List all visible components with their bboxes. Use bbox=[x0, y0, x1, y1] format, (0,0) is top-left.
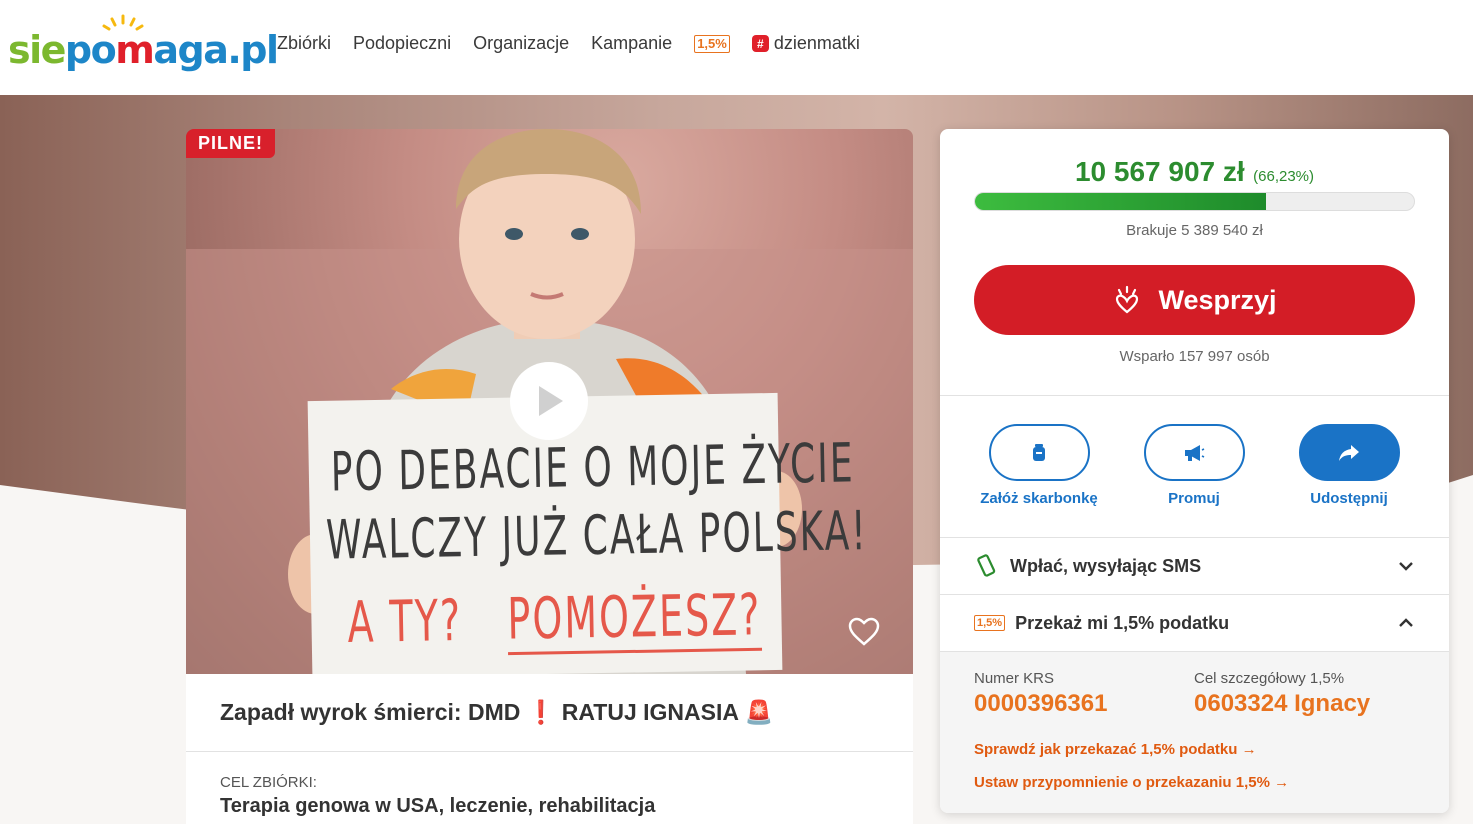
piggy-bank-button-circle bbox=[988, 424, 1090, 481]
promote-button[interactable]: Promuj bbox=[1129, 424, 1259, 507]
sign-line-3a: A TY? bbox=[346, 587, 463, 656]
tax-percent-icon: 1,5% bbox=[974, 615, 1006, 631]
detailed-goal-value: 0603324 Ignacy bbox=[1194, 690, 1371, 717]
sms-label: Wpłać, wysyłając SMS bbox=[1010, 555, 1202, 576]
hashtag-icon: # bbox=[751, 35, 769, 52]
main-nav: Zbiórki Podopieczni Organizacje Kampanie… bbox=[277, 33, 882, 54]
share-button[interactable]: Udostępnij bbox=[1284, 424, 1414, 507]
set-reminder-label: Ustaw przypomnienie o przekazaniu 1,5% bbox=[974, 774, 1270, 791]
nav-item-podopieczni[interactable]: Podopieczni bbox=[353, 33, 451, 54]
share-label: Udostępnij bbox=[1310, 490, 1388, 507]
goal-text: Terapia genowa w USA, leczenie, rehabili… bbox=[220, 795, 656, 817]
create-piggybank-label: Załóż skarbonkę bbox=[980, 490, 1098, 507]
sign-line-3b: POMOŻESZ? bbox=[506, 581, 762, 656]
site-header: sie po m aga.pl Zbiórki Podopieczni Organiz… bbox=[0, 0, 1473, 95]
amount-row: 10 567 907 zł (66,23%) bbox=[940, 156, 1449, 188]
phone-icon bbox=[977, 554, 996, 577]
arrow-right-icon: → bbox=[1274, 774, 1290, 791]
divider bbox=[186, 751, 913, 752]
how-to-transfer-link[interactable]: Sprawdź jak przekazać 1,5% podatku → bbox=[974, 741, 1257, 758]
megaphone-icon bbox=[1185, 444, 1205, 461]
nav-item-organizacje[interactable]: Organizacje bbox=[473, 33, 569, 54]
play-icon bbox=[539, 386, 563, 416]
site-logo[interactable]: sie po m aga.pl bbox=[8, 14, 279, 72]
goal-label: CEL ZBIÓRKI: bbox=[220, 774, 317, 791]
divider bbox=[940, 395, 1449, 396]
progress-fill bbox=[975, 193, 1266, 210]
heart-hand-icon bbox=[1116, 285, 1139, 314]
chevron-up-icon bbox=[1399, 618, 1413, 627]
hashtag-label: dzienmatki bbox=[773, 33, 860, 53]
krs-number: 0000396361 bbox=[974, 690, 1108, 717]
campaign-media[interactable]: PO DEBACIE O MOJE ŻYCIE WALCZY JUŻ CAŁA … bbox=[186, 129, 913, 674]
tax-details: Numer KRS 0000396361 Cel szczegółowy 1,5… bbox=[940, 652, 1449, 813]
detailed-goal-label: Cel szczegółowy 1,5% bbox=[1194, 670, 1345, 687]
promote-label: Promuj bbox=[1168, 490, 1220, 507]
sun-icon bbox=[102, 14, 144, 31]
campaign-title: Zapadł wyrok śmierci: DMD ❗ RATUJ IGNASI… bbox=[220, 699, 774, 725]
megaphone-button-circle bbox=[1143, 424, 1245, 481]
action-buttons: Załóż skarbonkę Promuj Udostępnij bbox=[940, 424, 1449, 534]
nav-item-zbiorki[interactable]: Zbiórki bbox=[277, 33, 331, 54]
sms-accordion[interactable]: Wpłać, wysyłając SMS bbox=[940, 538, 1449, 594]
favorite-heart-icon[interactable] bbox=[848, 617, 880, 647]
tax-label: Przekaż mi 1,5% podatku bbox=[1015, 612, 1230, 633]
set-reminder-link[interactable]: Ustaw przypomnienie o przekazaniu 1,5% → bbox=[974, 774, 1289, 791]
play-video-button[interactable] bbox=[510, 362, 588, 440]
donation-panel: 10 567 907 zł (66,23%) Brakuje 5 389 540… bbox=[940, 129, 1449, 813]
progress-bar bbox=[974, 192, 1415, 211]
krs-label: Numer KRS bbox=[974, 670, 1055, 687]
missing-amount: Brakuje 5 389 540 zł bbox=[1126, 222, 1263, 239]
share-button-circle bbox=[1298, 424, 1400, 481]
donate-label: Wesprzyj bbox=[1158, 284, 1277, 315]
tax-accordion[interactable]: 1,5% Przekaż mi 1,5% podatku bbox=[940, 595, 1449, 651]
urgent-badge: PILNE! bbox=[186, 129, 276, 158]
raised-amount: 10 567 907 zł bbox=[1074, 156, 1245, 187]
supporters-count: Wsparło 157 997 osób bbox=[1119, 348, 1270, 365]
piggy-bank-icon bbox=[1033, 443, 1045, 461]
arrow-right-icon: → bbox=[1241, 741, 1257, 758]
logo-text-part: aga.pl bbox=[153, 28, 279, 72]
sign-line-2: WALCZY JUŻ CAŁA POLSKA! bbox=[325, 501, 869, 573]
logo-text-part: sie bbox=[8, 28, 66, 72]
create-piggybank-button[interactable]: Załóż skarbonkę bbox=[974, 424, 1104, 507]
sign-line-1: PO DEBACIE O MOJE ŻYCIE bbox=[330, 433, 856, 504]
nav-item-kampanie[interactable]: Kampanie bbox=[591, 33, 672, 54]
campaign-info: Zapadł wyrok śmierci: DMD ❗ RATUJ IGNASI… bbox=[186, 674, 913, 824]
hashtag-link[interactable]: # dzienmatki bbox=[751, 33, 860, 54]
how-to-transfer-label: Sprawdź jak przekazać 1,5% podatku bbox=[974, 741, 1238, 758]
chevron-down-icon bbox=[1399, 562, 1413, 571]
share-icon bbox=[1339, 444, 1359, 461]
tax-percent-link[interactable]: 1,5% bbox=[694, 34, 730, 53]
donate-button[interactable]: Wesprzyj bbox=[974, 265, 1415, 335]
raised-percent: (66,23%) bbox=[1253, 168, 1315, 185]
